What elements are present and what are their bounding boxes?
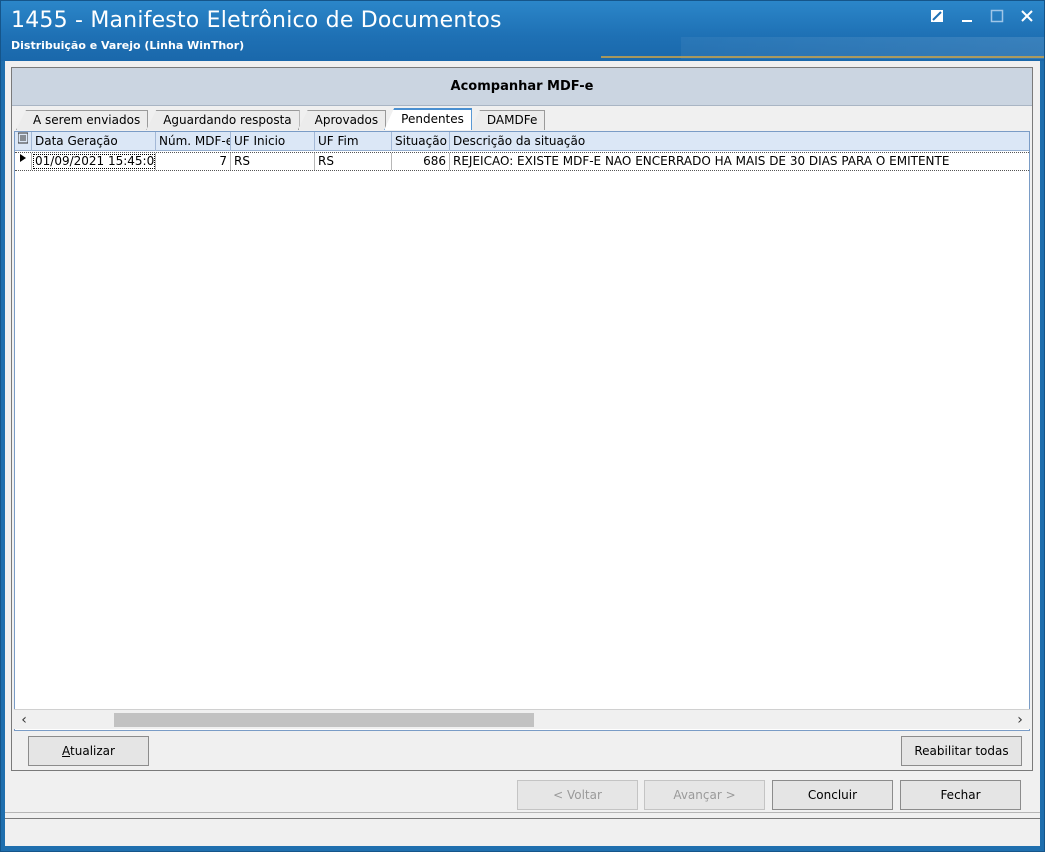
mdfe-grid[interactable]: Data Geração Núm. MDF-e UF Inicio UF Fim… <box>14 131 1030 731</box>
column-header-descricao[interactable]: Descrição da situação <box>450 132 1029 151</box>
restore-icon[interactable] <box>928 9 946 27</box>
tab-strip: A serem enviados Aguardando resposta Apr… <box>16 108 546 130</box>
atualizar-label-rest: tualizar <box>70 744 115 758</box>
window-subtitle: Distribuição e Varejo (Linha WinThor) <box>11 39 245 52</box>
fechar-button[interactable]: Fechar <box>900 780 1021 810</box>
cell-data-geracao[interactable]: 01/09/2021 15:45:0 <box>32 153 156 170</box>
minimize-icon[interactable] <box>958 9 976 27</box>
column-header-uf-inicio[interactable]: UF Inicio <box>231 132 315 151</box>
cell-uf-fim[interactable]: RS <box>315 153 392 170</box>
status-bar <box>5 818 1040 846</box>
horizontal-scrollbar[interactable]: ‹ › <box>14 709 1030 729</box>
atualizar-button[interactable]: Atualizar <box>28 736 149 766</box>
voltar-button[interactable]: < Voltar <box>517 780 638 810</box>
maximize-icon[interactable] <box>988 9 1006 27</box>
cell-descricao[interactable]: REJEICAO: EXISTE MDF-E NAO ENCERRADO HA … <box>450 153 1029 170</box>
tab-aguardando-resposta[interactable]: Aguardando resposta <box>146 110 300 130</box>
grid-header: Data Geração Núm. MDF-e UF Inicio UF Fim… <box>15 132 1029 151</box>
window-controls <box>928 9 1036 27</box>
avancar-button[interactable]: Avançar > <box>644 780 765 810</box>
scroll-left-icon[interactable]: ‹ <box>14 710 34 730</box>
column-chooser-icon[interactable] <box>15 132 32 151</box>
column-header-uf-fim[interactable]: UF Fim <box>315 132 392 151</box>
title-bar[interactable]: 1455 - Manifesto Eletrônico de Documento… <box>1 1 1044 61</box>
close-icon[interactable] <box>1018 9 1036 27</box>
reabilitar-todas-button[interactable]: Reabilitar todas <box>901 736 1022 766</box>
scroll-right-icon[interactable]: › <box>1010 710 1030 730</box>
cell-num-mdfe[interactable]: 7 <box>156 153 231 170</box>
window-title: 1455 - Manifesto Eletrônico de Documento… <box>11 8 502 33</box>
tab-damdfe[interactable]: DAMDFe <box>469 110 546 130</box>
column-header-data-geracao[interactable]: Data Geração <box>32 132 156 151</box>
scrollbar-thumb[interactable] <box>114 713 534 727</box>
cell-uf-inicio[interactable]: RS <box>231 153 315 170</box>
cell-situacao[interactable]: 686 <box>392 153 450 170</box>
panel-header: Acompanhar MDF-e <box>12 68 1032 106</box>
client-area: Acompanhar MDF-e A serem enviados Aguard… <box>5 61 1040 846</box>
column-header-situacao[interactable]: Situação <box>392 132 450 151</box>
tab-a-serem-enviados[interactable]: A serem enviados <box>16 110 149 130</box>
mdfe-panel: Acompanhar MDF-e A serem enviados Aguard… <box>11 67 1033 771</box>
row-indicator-icon <box>15 153 32 170</box>
app-window: 1455 - Manifesto Eletrônico de Documento… <box>0 0 1045 852</box>
tab-pendentes[interactable]: Pendentes <box>384 108 472 130</box>
column-header-num-mdfe[interactable]: Núm. MDF-e <box>156 132 231 151</box>
footer-separator <box>5 812 1040 813</box>
tab-aprovados[interactable]: Aprovados <box>297 110 387 130</box>
concluir-button[interactable]: Concluir <box>772 780 893 810</box>
table-row[interactable]: 01/09/2021 15:45:0 7 RS RS 686 REJEICAO:… <box>15 152 1029 171</box>
title-decoration-line <box>601 56 1044 58</box>
